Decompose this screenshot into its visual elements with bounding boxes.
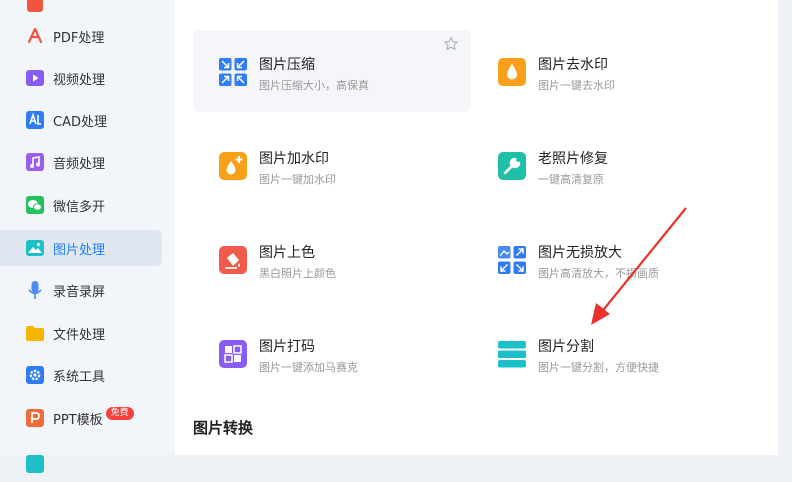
gear-icon — [25, 365, 45, 385]
folder-icon — [25, 323, 45, 343]
pdf-icon — [25, 26, 45, 46]
sidebar-item-partial-bottom[interactable] — [0, 446, 162, 482]
ppt-icon — [25, 408, 45, 428]
sidebar-item-file[interactable]: 文件处理 — [0, 315, 162, 351]
sidebar-item-label: 录音录屏 — [53, 284, 106, 300]
tool-title: 图片加水印 — [259, 151, 329, 167]
sidebar-item-label: 视频处理 — [53, 72, 106, 88]
sidebar-item-pdf[interactable]: PDF处理 — [0, 18, 162, 54]
sidebar-item-image[interactable]: 图片处理 — [0, 230, 162, 266]
tool-desc: 图片一键分割，方便快捷 — [538, 361, 659, 374]
sidebar-item-label: 音频处理 — [53, 156, 106, 172]
mosaic-icon — [219, 340, 247, 368]
sidebar-item-label: PPT模板 — [53, 412, 103, 428]
tool-desc: 图片高清放大，不损画质 — [538, 267, 659, 280]
tool-card-mosaic[interactable]: 图片打码 图片一键添加马赛克 — [193, 312, 471, 394]
tool-desc: 黑白照片上颜色 — [259, 267, 336, 280]
compress-icon — [219, 58, 247, 86]
tool-title: 图片上色 — [259, 245, 315, 261]
tool-title: 图片去水印 — [538, 57, 608, 73]
tool-desc: 图片一键加水印 — [259, 173, 336, 186]
scroll-area — [778, 0, 792, 455]
video-icon — [25, 68, 45, 88]
add-watermark-icon — [219, 152, 247, 180]
sidebar-item-label: PDF处理 — [53, 30, 105, 46]
sidebar-item-label: 微信多开 — [53, 199, 106, 215]
sidebar: PDF处理 视频处理 CAD处理 音频处理 微信多开 图片处理 录音录屏 文件处… — [0, 0, 175, 473]
tool-title: 图片压缩 — [259, 57, 315, 73]
tool-title: 图片无损放大 — [538, 245, 622, 261]
section-title: 图片转换 — [193, 419, 254, 437]
music-icon — [25, 152, 45, 172]
sidebar-item-record[interactable]: 录音录屏 — [0, 272, 162, 308]
tool-card-remove-watermark[interactable]: 图片去水印 图片一键去水印 — [472, 30, 750, 112]
tool-card-add-watermark[interactable]: 图片加水印 图片一键加水印 — [193, 124, 471, 206]
partial-icon — [25, 0, 45, 14]
sidebar-item-wechat[interactable]: 微信多开 — [0, 187, 162, 223]
microphone-icon — [25, 280, 45, 300]
free-badge: 免费 — [105, 406, 134, 420]
sidebar-item-label: 文件处理 — [53, 327, 106, 343]
repair-icon — [498, 152, 526, 180]
tool-desc: 图片一键添加马赛克 — [259, 361, 358, 374]
tool-card-repair[interactable]: 老照片修复 一键高清复原 — [472, 124, 750, 206]
partial-icon — [25, 454, 45, 474]
tool-card-colorize[interactable]: 图片上色 黑白照片上颜色 — [193, 218, 471, 300]
tool-desc: 图片压缩大小，高保真 — [259, 79, 369, 92]
sidebar-item-audio[interactable]: 音频处理 — [0, 144, 162, 180]
sidebar-item-label: 系统工具 — [53, 369, 106, 385]
sidebar-item-ppt[interactable]: PPT模板 免费 — [0, 400, 162, 436]
split-icon — [498, 340, 526, 368]
tool-desc: 图片一键去水印 — [538, 79, 615, 92]
sidebar-item-label: CAD处理 — [53, 114, 107, 130]
star-icon[interactable] — [443, 36, 459, 52]
enlarge-icon — [498, 246, 526, 274]
tool-card-enlarge[interactable]: 图片无损放大 图片高清放大，不损画质 — [472, 218, 750, 300]
image-icon — [25, 238, 45, 258]
sidebar-item-system[interactable]: 系统工具 — [0, 357, 162, 393]
tool-title: 图片打码 — [259, 339, 315, 355]
tool-title: 老照片修复 — [538, 151, 608, 167]
tool-card-split[interactable]: 图片分割 图片一键分割，方便快捷 — [472, 312, 750, 394]
tool-desc: 一键高清复原 — [538, 173, 604, 186]
sidebar-item-label: 图片处理 — [53, 242, 106, 258]
remove-watermark-icon — [498, 58, 526, 86]
tool-card-compress[interactable]: 图片压缩 图片压缩大小，高保真 — [193, 30, 471, 112]
wechat-icon — [25, 195, 45, 215]
sidebar-item-cad[interactable]: CAD处理 — [0, 102, 162, 138]
sidebar-item-video[interactable]: 视频处理 — [0, 60, 162, 96]
colorize-icon — [219, 246, 247, 274]
tool-title: 图片分割 — [538, 339, 594, 355]
cad-icon — [25, 110, 45, 130]
